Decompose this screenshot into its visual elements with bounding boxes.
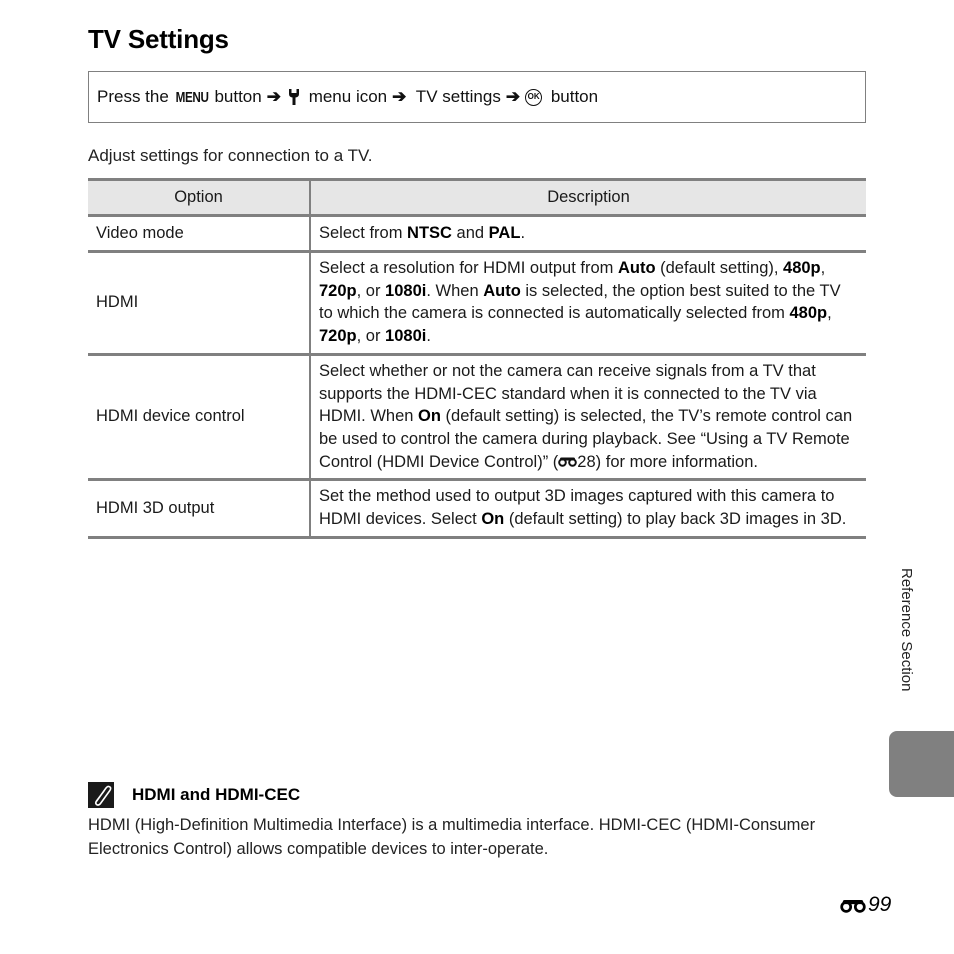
section-tab[interactable] <box>889 731 954 797</box>
header-description: Description <box>310 178 866 217</box>
table-row: HDMI Select a resolution for HDMI output… <box>88 251 866 356</box>
paperclip-note-icon <box>88 782 114 808</box>
page-title: TV Settings <box>88 24 229 54</box>
page-number-value: 99 <box>868 893 892 916</box>
section-tab-label: Reference Section <box>898 568 915 692</box>
intro-text: Adjust settings for connection to a TV. <box>88 146 373 165</box>
menu-path-text: button <box>546 87 599 106</box>
reference-section-icon <box>840 899 866 913</box>
table-header-row: Option Description <box>88 178 866 217</box>
option-name: HDMI device control <box>88 354 311 482</box>
ok-button-icon: OK <box>525 88 543 106</box>
wrench-icon <box>288 89 299 105</box>
option-description: Select a resolution for HDMI output from… <box>310 251 866 356</box>
option-name: HDMI <box>88 251 311 356</box>
option-name: Video mode <box>88 215 311 253</box>
note-title: HDMI and HDMI-CEC <box>132 785 301 804</box>
option-description: Select from NTSC and PAL. <box>310 215 866 253</box>
header-option: Option <box>88 178 311 217</box>
table-row: Video mode Select from NTSC and PAL. <box>88 215 866 253</box>
page-number: 99 <box>840 893 891 917</box>
menu-path-text: Press the <box>97 87 174 106</box>
options-table: Option Description Video mode Select fro… <box>88 178 866 539</box>
menu-path-text: button <box>209 87 262 106</box>
reference-section-icon <box>558 457 578 467</box>
table-row: HDMI 3D output Set the method used to ou… <box>88 479 866 539</box>
menu-path-box: Press the MENU button ➔ menu icon ➔ TV s… <box>88 71 866 123</box>
option-description: Select whether or not the camera can rec… <box>310 354 866 482</box>
menu-path-text: TV settings <box>411 87 501 106</box>
option-description: Set the method used to output 3D images … <box>310 479 866 539</box>
option-name: HDMI 3D output <box>88 479 311 539</box>
arrow-right-icon: ➔ <box>392 87 407 106</box>
note-body: HDMI (High-Definition Multimedia Interfa… <box>88 816 816 858</box>
menu-path-text: menu icon <box>303 87 388 106</box>
menu-button-icon: MENU <box>175 88 209 106</box>
arrow-right-icon: ➔ <box>505 87 521 106</box>
arrow-right-icon: ➔ <box>266 87 281 106</box>
reference-page[interactable]: 28 <box>577 453 595 471</box>
table-row: HDMI device control Select whether or no… <box>88 354 866 482</box>
